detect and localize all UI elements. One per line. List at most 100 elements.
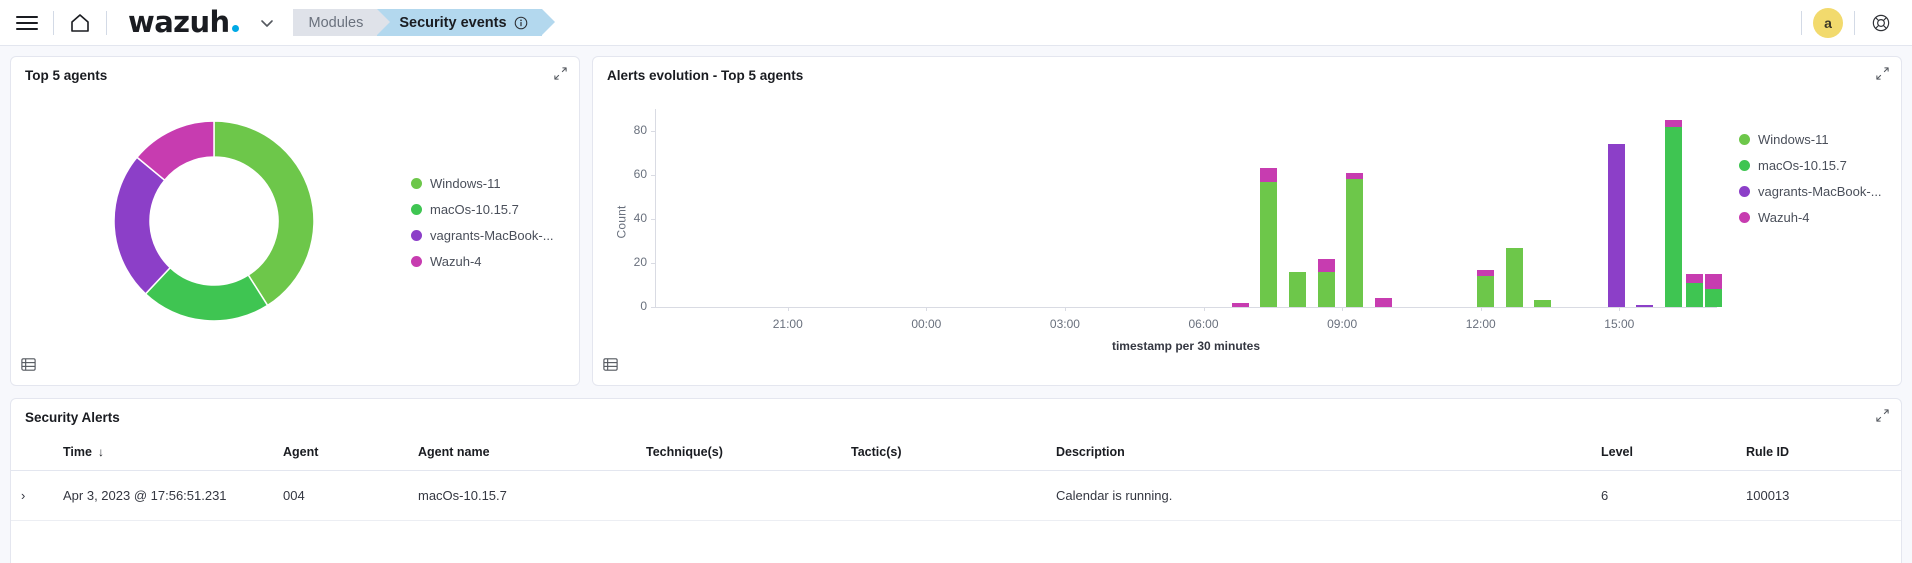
bar-segment[interactable]: [1346, 179, 1364, 307]
x-axis-line: [655, 307, 1717, 308]
legend-item[interactable]: macOs-10.15.7: [411, 202, 554, 217]
user-menu-button[interactable]: a: [1811, 6, 1845, 40]
bar-segment[interactable]: [1231, 302, 1249, 307]
bar-segment[interactable]: [1705, 289, 1723, 307]
breadcrumb-item-modules[interactable]: Modules: [292, 9, 391, 36]
bar-segment[interactable]: [1534, 300, 1552, 307]
bar-segment[interactable]: [1260, 168, 1278, 182]
home-button[interactable]: [63, 6, 97, 40]
inspect-table-icon[interactable]: [602, 356, 619, 378]
legend-label: vagrants-MacBook-...: [1758, 184, 1882, 199]
panel-title: Alerts evolution - Top 5 agents: [607, 68, 804, 83]
legend-item[interactable]: Windows-11: [1739, 132, 1901, 147]
bar-segment[interactable]: [1607, 144, 1625, 307]
bar-column[interactable]: [1607, 109, 1625, 307]
bar-column[interactable]: [1686, 109, 1704, 307]
bar-column[interactable]: [1636, 109, 1654, 307]
donut-chart[interactable]: [11, 99, 411, 343]
table-column-header[interactable]: Agent name: [408, 437, 636, 471]
donut-slice[interactable]: [144, 266, 269, 322]
bar-column[interactable]: [1534, 109, 1552, 307]
bar-column[interactable]: [1231, 109, 1249, 307]
divider: [1854, 10, 1855, 35]
bar-legend-container: Windows-11 macOs-10.15.7 vagrants-MacBook-…: [1731, 83, 1901, 361]
wazuh-logo[interactable]: wazuh: [128, 8, 239, 37]
bar-segment[interactable]: [1686, 282, 1704, 307]
legend-color-dot: [411, 256, 422, 267]
dashboard-bottom-row: Security Alerts Time ↓ Agent Agent name Tech…: [0, 386, 1912, 563]
y-axis-tick-label: 80: [633, 123, 647, 137]
bar-segment[interactable]: [1505, 247, 1523, 307]
bar-segment[interactable]: [1664, 120, 1682, 127]
bar-segment[interactable]: [1476, 276, 1494, 307]
bar-column[interactable]: [1346, 109, 1364, 307]
bar-column[interactable]: [1476, 109, 1494, 307]
expand-icon[interactable]: [1875, 408, 1890, 428]
bar-segment[interactable]: [1476, 269, 1494, 277]
brand-name: wazuh: [128, 5, 230, 39]
bar-segment[interactable]: [1260, 181, 1278, 307]
expand-icon[interactable]: [1875, 66, 1890, 86]
legend-color-dot: [1739, 134, 1750, 145]
y-axis-label: Count: [614, 205, 629, 239]
x-axis-tick-mark: [926, 307, 928, 311]
legend-item[interactable]: vagrants-MacBook-...: [411, 228, 554, 243]
row-expand-toggle[interactable]: ›: [11, 470, 53, 521]
legend-item[interactable]: macOs-10.15.7: [1739, 158, 1901, 173]
expand-icon[interactable]: [553, 66, 568, 86]
table-column-header[interactable]: Tactic(s): [841, 437, 1046, 471]
column-header-label: Tactic(s): [851, 445, 902, 459]
panel-alerts-evolution: Alerts evolution - Top 5 agents 0 20 40 60 8…: [592, 56, 1902, 386]
chevron-down-icon: [260, 19, 273, 27]
bar-segment[interactable]: [1346, 172, 1364, 180]
table-column-header[interactable]: Agent: [273, 437, 408, 471]
breadcrumb-item-security-events[interactable]: Security events: [377, 9, 555, 36]
bar-column[interactable]: [1289, 109, 1306, 307]
top-navigation-bar: wazuh Modules Security events a: [0, 0, 1912, 46]
x-axis-tick-mark: [1480, 307, 1482, 311]
bar-segment[interactable]: [1317, 271, 1335, 307]
bar-segment[interactable]: [1686, 274, 1704, 283]
bar-segment[interactable]: [1289, 271, 1306, 307]
cell-rule-id[interactable]: 100013: [1736, 470, 1901, 521]
donut-slice[interactable]: [213, 119, 315, 306]
table-row[interactable]: › Apr 3, 2023 @ 17:56:51.231 004 macOs-10.1…: [11, 470, 1901, 521]
table-column-header[interactable]: Rule ID: [1736, 437, 1901, 471]
cell-agent[interactable]: 004: [273, 470, 408, 521]
y-axis-tick-label: 60: [633, 167, 647, 181]
legend-color-dot: [411, 204, 422, 215]
column-header-label: Rule ID: [1746, 445, 1790, 459]
divider: [106, 10, 107, 35]
bar-segment[interactable]: [1664, 126, 1682, 307]
cell-level: 6: [1591, 470, 1736, 521]
table-column-header[interactable]: Technique(s): [636, 437, 841, 471]
hamburger-menu-button[interactable]: [10, 6, 44, 40]
legend-label: Wazuh-4: [430, 254, 482, 269]
inspect-table-icon[interactable]: [20, 356, 37, 378]
table-column-header[interactable]: Description: [1046, 437, 1591, 471]
bar-column[interactable]: [1375, 109, 1393, 307]
bar-chart-plot[interactable]: 0 20 40 60 80 Count 21:00 00:00 03:00 06:00 09:00 1…: [593, 83, 1731, 361]
hamburger-icon: [16, 15, 38, 30]
legend-item[interactable]: vagrants-MacBook-...: [1739, 184, 1901, 199]
table-column-header[interactable]: Time ↓: [53, 437, 273, 471]
legend-item[interactable]: Windows-11: [411, 176, 554, 191]
bar-segment[interactable]: [1375, 298, 1393, 307]
dashboard-top-row: Top 5 agents Windows-11 macOs-10.15.7 vagr…: [0, 46, 1912, 386]
help-button[interactable]: [1864, 6, 1898, 40]
table-column-header[interactable]: Level: [1591, 437, 1736, 471]
legend-item[interactable]: Wazuh-4: [411, 254, 554, 269]
bar-segment[interactable]: [1317, 258, 1335, 272]
y-axis-tick-mark: [651, 307, 655, 308]
legend-label: macOs-10.15.7: [430, 202, 519, 217]
bar-column[interactable]: [1505, 109, 1523, 307]
bar-segment[interactable]: [1636, 304, 1654, 307]
bar-segment[interactable]: [1705, 274, 1723, 290]
bar-column[interactable]: [1260, 109, 1278, 307]
bar-column[interactable]: [1664, 109, 1682, 307]
app-switcher-button[interactable]: [257, 13, 277, 33]
legend-item[interactable]: Wazuh-4: [1739, 210, 1901, 225]
info-circle-icon[interactable]: [514, 16, 528, 30]
bar-column[interactable]: [1317, 109, 1335, 307]
bar-column[interactable]: [1705, 109, 1723, 307]
